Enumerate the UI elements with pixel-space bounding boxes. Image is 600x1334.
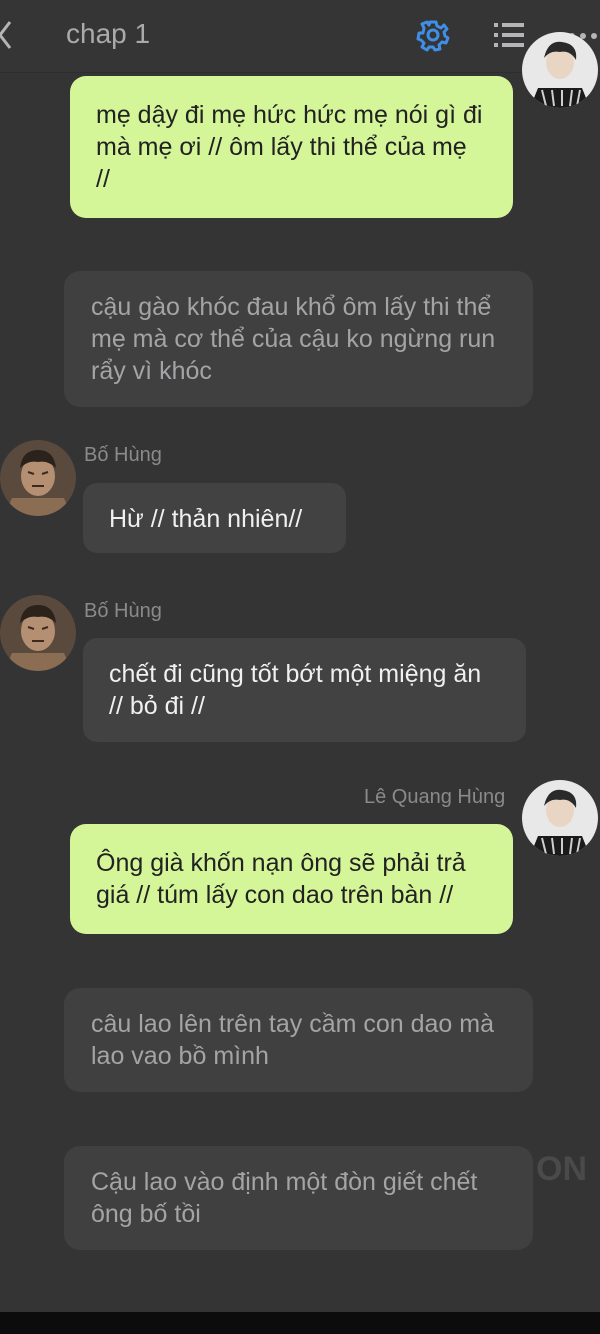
page-title: chap 1 (66, 18, 151, 49)
narration-bubble[interactable]: Cậu lao vào định một đòn giết chết ông b… (64, 1146, 533, 1250)
avatar-bo-hung[interactable] (0, 595, 76, 671)
message-bubble[interactable]: chết đi cũng tốt bớt một miệng ăn // bỏ … (83, 638, 526, 742)
avatar-le-quang-hung[interactable] (522, 32, 598, 108)
avatar-bo-hung[interactable] (0, 440, 76, 516)
sender-name: Bố Hùng (84, 444, 162, 466)
back-icon[interactable] (0, 18, 16, 52)
avatar-le-quang-hung[interactable] (522, 780, 598, 856)
message-bubble-user[interactable]: Ông già khốn nạn ông sẽ phải trả giá // … (70, 824, 513, 934)
list-icon[interactable] (494, 21, 524, 49)
watermark-logo: ON (536, 1150, 587, 1188)
narration-bubble[interactable]: câu lao lên trên tay cầm con dao mà lao … (64, 988, 533, 1092)
narration-bubble[interactable]: cậu gào khóc đau khổ ôm lấy thi thể mẹ m… (64, 271, 533, 407)
sender-name: Bố Hùng (84, 600, 162, 622)
gear-icon[interactable] (416, 18, 450, 52)
message-bubble[interactable]: Hừ // thản nhiên// (83, 483, 346, 553)
top-bar: chap 1 (0, 0, 600, 73)
sender-name: Lê Quang Hùng (364, 786, 506, 808)
bottom-bar (0, 1312, 600, 1334)
message-bubble-user[interactable]: mẹ dậy đi mẹ hức hức mẹ nói gì đi mà mẹ … (70, 76, 513, 218)
